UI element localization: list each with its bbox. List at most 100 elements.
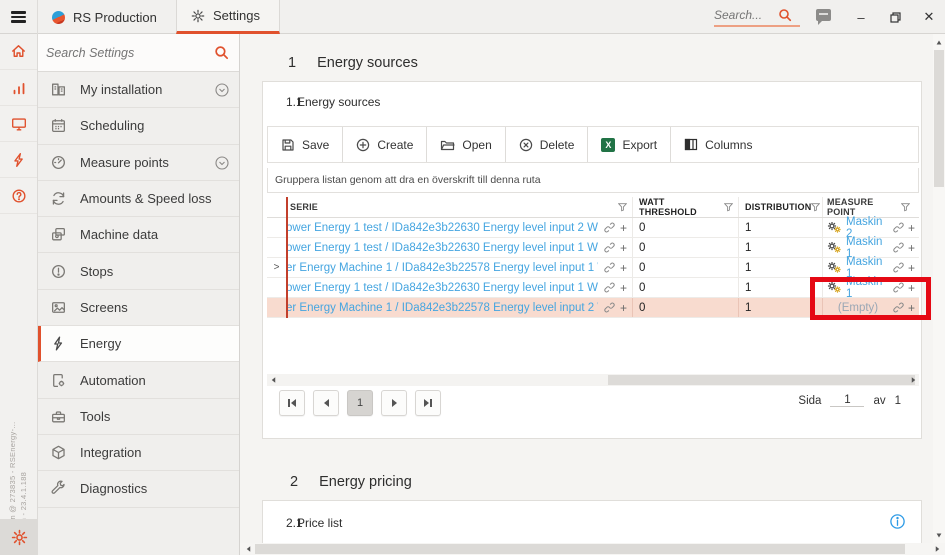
link-icon[interactable] [893,222,904,233]
serie-link[interactable]: ower Energy 1 test / IDa842e3b22630 Ener… [286,222,598,234]
table-horizontal-scrollbar[interactable] [267,374,919,386]
distribution-cell[interactable]: 1 [739,238,823,257]
column-watt-threshold[interactable]: WATT THRESHOLD [633,197,739,217]
add-icon[interactable]: + [908,262,915,274]
rail-energy-button[interactable] [0,142,37,178]
serie-link[interactable]: ower Energy 1 test / IDa842e3b22630 Ener… [286,242,598,254]
menu-item-energy[interactable]: Energy [38,326,239,362]
delete-button[interactable]: Delete [506,127,589,162]
link-icon[interactable] [604,282,615,293]
menu-item-my-installation[interactable]: My installation [38,72,239,108]
filter-icon[interactable] [901,203,910,212]
filter-icon[interactable] [811,203,820,212]
rail-stats-button[interactable] [0,70,37,106]
titlebar-search[interactable] [714,5,800,27]
chevron-down-icon[interactable] [215,156,229,170]
scroll-right-arrow[interactable] [931,543,943,555]
scrollbar-thumb[interactable] [255,544,905,554]
tab-rs-production[interactable]: RS Production [38,0,176,34]
rail-screens-button[interactable] [0,106,37,142]
titlebar-search-input[interactable] [714,8,778,22]
column-measure-point[interactable]: MEASURE POINT [823,197,919,217]
table-row[interactable]: ower Energy 1 test / IDa842e3b22630 Ener… [267,238,919,258]
serie-link[interactable]: er Energy Machine 1 / IDa842e3b22578 Ene… [286,302,598,314]
rail-home-button[interactable] [0,34,37,70]
rail-settings-button[interactable] [0,519,38,555]
last-page-button[interactable] [415,390,441,416]
info-icon[interactable] [889,513,906,530]
page-vertical-scrollbar[interactable] [933,34,945,543]
scroll-right-arrow[interactable] [907,374,919,386]
open-button[interactable]: Open [427,127,505,162]
menu-item-tools[interactable]: Tools [38,399,239,435]
create-button[interactable]: Create [343,127,427,162]
scroll-left-arrow[interactable] [242,543,254,555]
serie-link[interactable]: ower Energy 1 test / IDa842e3b22630 Ener… [286,282,598,294]
scroll-left-arrow[interactable] [267,374,279,386]
table-row[interactable]: > er Energy Machine 1 / IDa842e3b22578 E… [267,258,919,278]
filter-icon[interactable] [724,203,733,212]
link-icon[interactable] [604,302,615,313]
add-icon[interactable]: + [908,222,915,234]
settings-search[interactable] [38,34,239,72]
restore-button[interactable] [880,0,910,34]
watt-cell[interactable]: 0 [633,298,739,317]
save-button[interactable]: Save [268,127,343,162]
measure-point-cell[interactable]: Maskin 2 + [823,218,919,237]
scroll-down-arrow[interactable] [933,529,945,541]
scrollbar-thumb[interactable] [608,375,915,385]
settings-search-input[interactable] [46,46,214,60]
link-icon[interactable] [893,242,904,253]
rail-help-button[interactable] [0,178,37,214]
add-icon[interactable]: + [620,302,627,314]
columns-button[interactable]: Columns [671,127,765,162]
menu-item-automation[interactable]: Automation [38,362,239,398]
page-horizontal-scrollbar[interactable] [240,543,945,555]
filter-icon[interactable] [618,203,627,212]
menu-item-amounts-speed-loss[interactable]: Amounts & Speed loss [38,181,239,217]
feedback-chat-icon[interactable] [816,9,831,21]
menu-item-screens[interactable]: Screens [38,290,239,326]
measure-point-cell[interactable]: Maskin 1 + [823,258,919,277]
menu-item-stops[interactable]: Stops [38,253,239,289]
add-icon[interactable]: + [620,222,627,234]
link-icon[interactable] [604,222,615,233]
column-distribution[interactable]: DISTRIBUTION [739,197,823,217]
watt-cell[interactable]: 0 [633,278,739,297]
menu-item-scheduling[interactable]: Scheduling [38,108,239,144]
add-icon[interactable]: + [908,242,915,254]
chevron-down-icon[interactable] [215,83,229,97]
hamburger-button[interactable] [0,0,38,34]
add-icon[interactable]: + [620,282,627,294]
export-button[interactable]: X Export [588,127,671,162]
current-page-button[interactable]: 1 [347,390,373,416]
link-icon[interactable] [604,262,615,273]
page-number-input[interactable] [830,394,864,407]
tab-settings[interactable]: Settings [176,0,280,34]
distribution-cell[interactable]: 1 [739,218,823,237]
measure-point-cell[interactable]: Maskin 1 + [823,238,919,257]
distribution-cell[interactable]: 1 [739,258,823,277]
scroll-up-arrow[interactable] [933,36,945,48]
search-icon[interactable] [214,45,229,60]
add-icon[interactable]: + [620,262,627,274]
column-serie[interactable]: SERIE [286,197,633,217]
watt-cell[interactable]: 0 [633,258,739,277]
close-button[interactable]: ✕ [914,0,944,34]
link-icon[interactable] [893,262,904,273]
menu-item-machine-data[interactable]: Machine data [38,217,239,253]
scrollbar-thumb[interactable] [934,50,944,187]
first-page-button[interactable] [279,390,305,416]
serie-link[interactable]: er Energy Machine 1 / IDa842e3b22578 Ene… [286,262,598,274]
prev-page-button[interactable] [313,390,339,416]
table-row[interactable]: ower Energy 1 test / IDa842e3b22630 Ener… [267,218,919,238]
add-icon[interactable]: + [620,242,627,254]
next-page-button[interactable] [381,390,407,416]
link-icon[interactable] [604,242,615,253]
menu-item-diagnostics[interactable]: Diagnostics [38,471,239,507]
expand-arrow-icon[interactable]: > [267,258,286,277]
search-icon[interactable] [778,8,792,22]
minimize-button[interactable]: – [846,0,876,34]
watt-cell[interactable]: 0 [633,238,739,257]
group-by-bar[interactable]: Gruppera listan genom att dra en överskr… [267,168,919,193]
